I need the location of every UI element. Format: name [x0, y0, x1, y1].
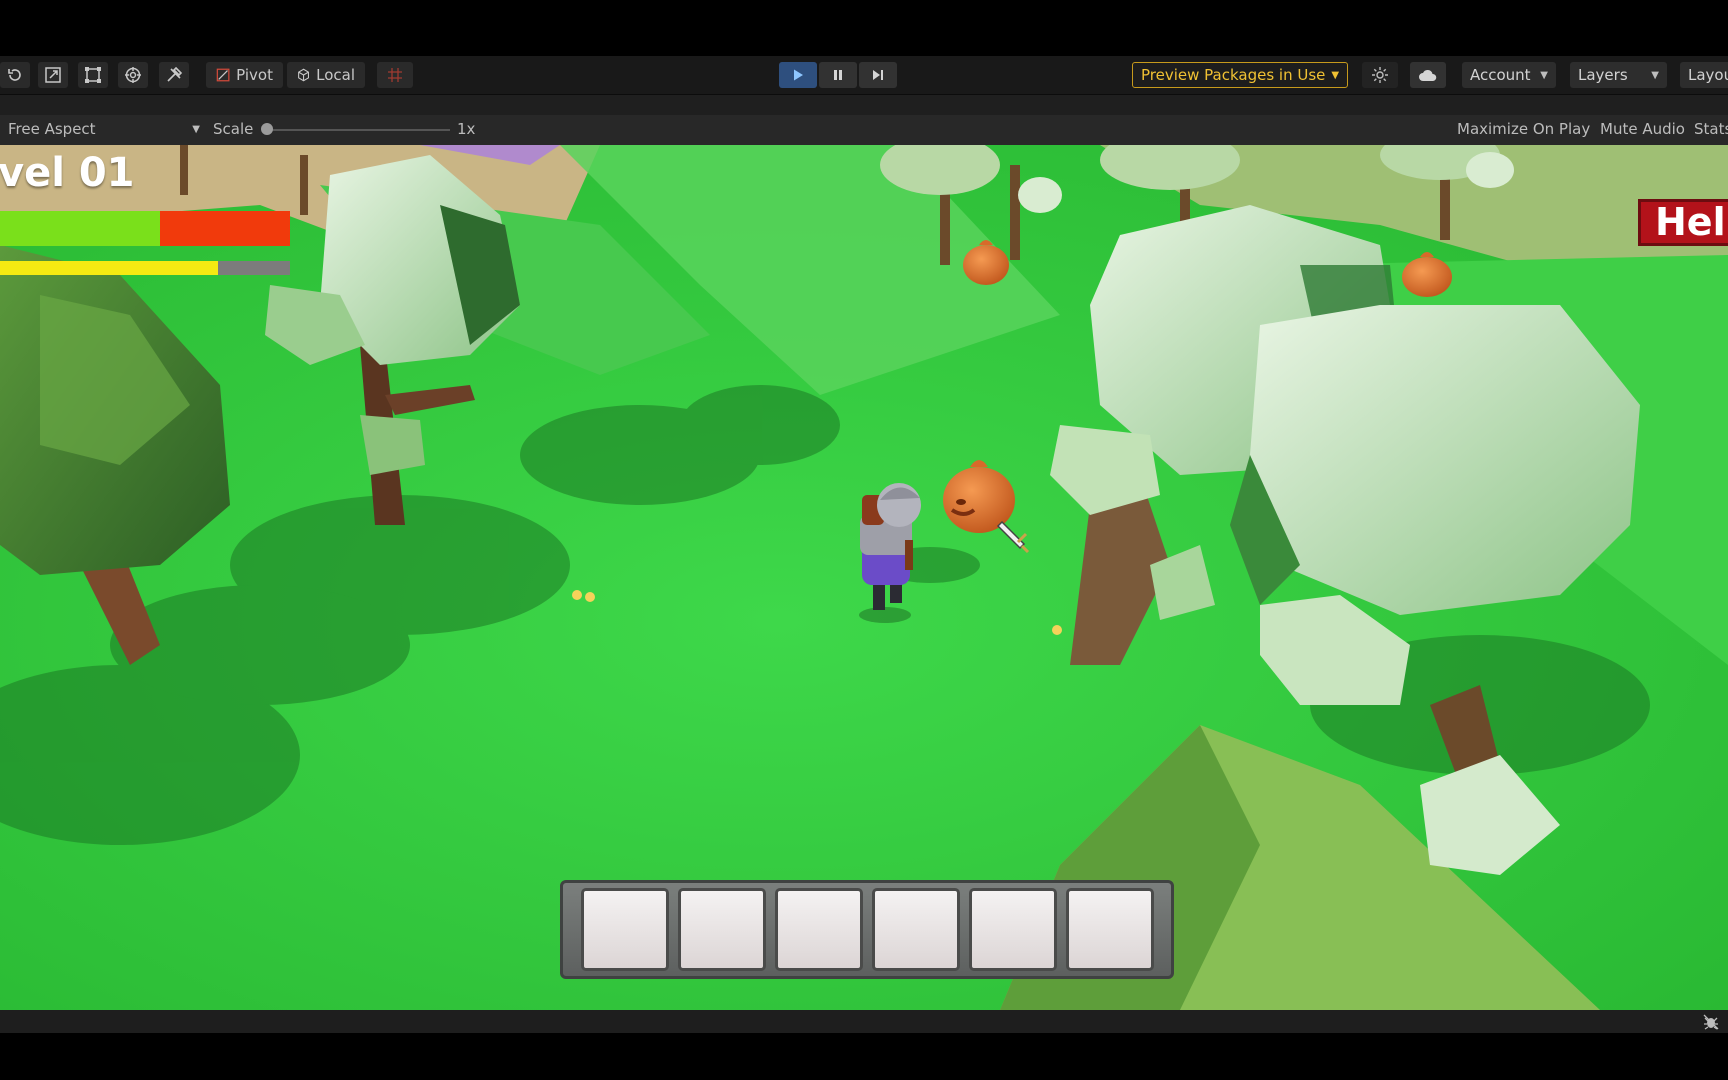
letterbox-top: [0, 0, 1728, 56]
play-button[interactable]: [779, 62, 817, 88]
xp-bar-fill: [0, 261, 218, 275]
pause-icon: [834, 70, 842, 80]
layout-label: Layou: [1688, 66, 1728, 84]
scale-label: Scale: [213, 120, 254, 138]
account-dropdown[interactable]: Account ▼: [1462, 62, 1556, 88]
play-icon: [794, 69, 803, 81]
pivot-icon: [216, 68, 230, 82]
layers-dropdown[interactable]: Layers ▼: [1570, 62, 1667, 88]
toolbar-gap: [0, 95, 1728, 115]
hotbar-slot-5[interactable]: [968, 888, 1057, 971]
xp-bar: [0, 261, 290, 275]
hotbar-slot-2[interactable]: [677, 888, 766, 971]
local-label: Local: [316, 66, 355, 84]
game-view-toolbar: Free Aspect ▼ Scale 1x Maximize On Play …: [0, 115, 1728, 145]
step-icon: [873, 70, 883, 80]
help-banner[interactable]: Hel: [1638, 199, 1728, 246]
status-bar: [0, 1010, 1728, 1033]
transform-tool-button[interactable]: [118, 62, 148, 88]
stats-toggle[interactable]: Stats: [1694, 120, 1728, 138]
chevron-down-icon: ▼: [1651, 69, 1659, 81]
local-cube-icon: [298, 68, 310, 82]
hotbar-slot-3[interactable]: [774, 888, 863, 971]
cloud-button[interactable]: [1410, 62, 1446, 88]
pivot-label: Pivot: [236, 66, 273, 84]
custom-tools-button[interactable]: [159, 62, 189, 88]
chevron-down-icon: ▼: [1331, 69, 1340, 81]
aspect-label: Free Aspect: [8, 120, 96, 138]
layers-label: Layers: [1578, 66, 1628, 84]
pause-button[interactable]: [819, 62, 857, 88]
scale-value: 1x: [457, 120, 476, 138]
chevron-down-icon: ▼: [192, 123, 200, 135]
layout-dropdown[interactable]: Layou: [1680, 62, 1728, 88]
transform-tool-icon: [125, 67, 141, 83]
hotbar-slot-6[interactable]: [1065, 888, 1154, 971]
mute-audio-toggle[interactable]: Mute Audio: [1600, 120, 1685, 138]
hotbar-slot-1[interactable]: [580, 888, 669, 971]
rotate-tool-button[interactable]: [0, 62, 30, 88]
rect-tool-button[interactable]: [78, 62, 108, 88]
hotbar-slot-4[interactable]: [871, 888, 960, 971]
services-button[interactable]: [1362, 62, 1398, 88]
cloud-icon: [1419, 69, 1437, 81]
rect-tool-icon: [85, 67, 101, 83]
preview-packages-label: Preview Packages in Use: [1141, 66, 1326, 84]
step-button[interactable]: [859, 62, 897, 88]
pivot-toggle-button[interactable]: Pivot: [206, 62, 283, 88]
debug-bug-icon[interactable]: [1702, 1013, 1720, 1031]
health-bar-missing: [159, 211, 290, 246]
scale-slider-handle[interactable]: [261, 123, 273, 135]
scale-tool-icon: [45, 67, 61, 83]
sun-settings-icon: [1372, 67, 1388, 83]
scale-slider-track[interactable]: [264, 129, 450, 131]
unity-toolbar: Pivot Local Preview Packages in Use ▼ Ac…: [0, 56, 1728, 95]
chevron-down-icon: ▼: [1540, 69, 1548, 81]
rotate-tool-icon: [8, 69, 21, 81]
health-bar-fill: [0, 211, 160, 246]
health-bar: [0, 211, 290, 246]
custom-tools-icon: [167, 66, 183, 82]
grid-snap-icon: [388, 68, 402, 82]
scale-tool-button[interactable]: [38, 62, 68, 88]
account-label: Account: [1470, 66, 1531, 84]
letterbox-bottom: [0, 1033, 1728, 1080]
local-toggle-button[interactable]: Local: [287, 62, 365, 88]
level-label: vel 01: [0, 150, 135, 196]
preview-packages-button[interactable]: Preview Packages in Use ▼: [1132, 62, 1349, 88]
grid-snap-button[interactable]: [377, 62, 413, 88]
inventory-hotbar: [560, 880, 1174, 979]
maximize-on-play-toggle[interactable]: Maximize On Play: [1457, 120, 1590, 138]
aspect-dropdown[interactable]: Free Aspect ▼: [8, 120, 200, 138]
